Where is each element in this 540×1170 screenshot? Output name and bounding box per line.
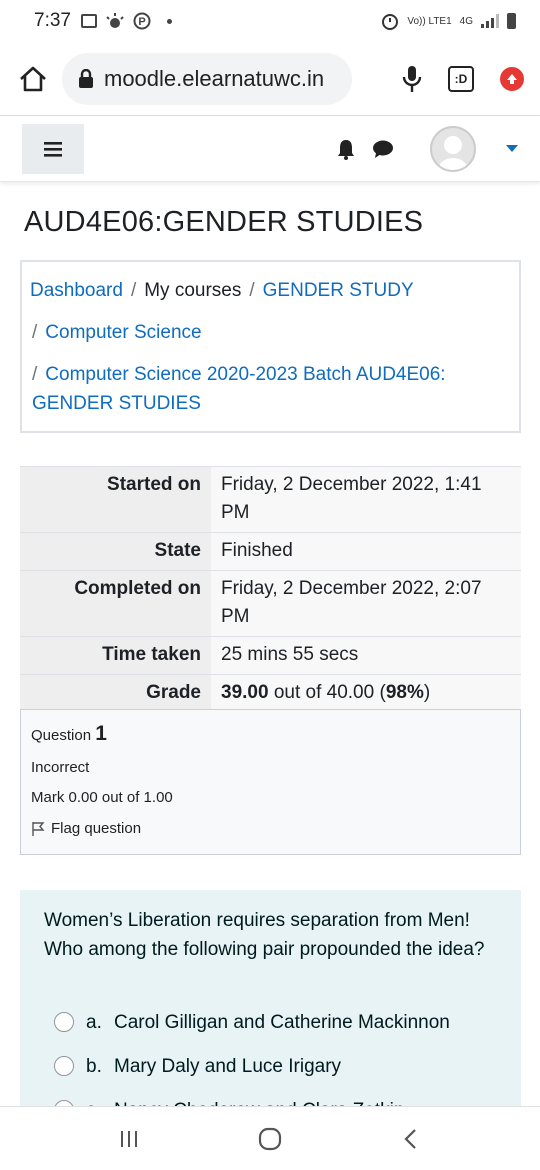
flag-icon: [32, 821, 45, 836]
user-menu-caret-icon[interactable]: [506, 145, 518, 152]
breadcrumb-separator: /: [32, 322, 38, 343]
table-row: Grade 39.00 out of 40.00 (98%): [20, 674, 521, 712]
table-row: Started on Friday, 2 December 2022, 1:41…: [20, 466, 521, 533]
tab-switcher-button[interactable]: :D: [448, 65, 474, 92]
row-label: Started on: [20, 466, 211, 533]
messages-icon[interactable]: [372, 139, 394, 159]
user-avatar[interactable]: [430, 125, 476, 172]
browser-toolbar: moodle.elearnatuwc.in :D: [0, 42, 540, 116]
breadcrumb-my-courses: My courses: [144, 280, 242, 301]
breadcrumb-separator: /: [249, 280, 255, 301]
row-value: Friday, 2 December 2022, 2:07 PM: [211, 570, 521, 637]
status-time: 7:37: [34, 10, 71, 31]
grade-score: 39.00: [221, 682, 269, 703]
question-number-value: 1: [95, 722, 107, 745]
url-text: moodle.elearnatuwc.in: [104, 65, 325, 91]
breadcrumb: Dashboard / My courses / GENDER STUDY / Compu…: [20, 260, 521, 433]
network-label: Vo)) LTE1: [407, 15, 452, 27]
table-row: State Finished: [20, 532, 521, 571]
network-type: 4G: [459, 15, 473, 27]
address-bar[interactable]: moodle.elearnatuwc.in: [62, 52, 352, 105]
user-avatar-icon: [438, 135, 468, 170]
attempt-summary-table: Started on Friday, 2 December 2022, 1:41…: [20, 466, 521, 712]
recent-apps-icon[interactable]: [118, 1128, 140, 1150]
question-info-box: Question 1 Incorrect Mark 0.00 out of 1.…: [20, 709, 521, 855]
hamburger-icon: [44, 141, 62, 157]
home-nav-icon[interactable]: [257, 1126, 283, 1152]
flag-question-label: Flag question: [51, 820, 142, 837]
answer-text: Mary Daly and Luce Irigary: [114, 1055, 342, 1077]
answer-text: Carol Gilligan and Catherine Mackinnon: [114, 1011, 450, 1033]
answer-radio[interactable]: [54, 1056, 74, 1076]
row-label: Completed on: [20, 570, 211, 637]
answer-option[interactable]: b. Mary Daly and Luce Irigary: [44, 1044, 497, 1088]
back-icon[interactable]: [400, 1128, 422, 1150]
page-title: AUD4E06:GENDER STUDIES: [24, 206, 424, 238]
home-button[interactable]: [16, 62, 50, 96]
navbar-right: [336, 125, 518, 172]
answer-letter: b.: [86, 1055, 102, 1077]
row-value: Friday, 2 December 2022, 1:41 PM: [211, 466, 521, 533]
question-number: Question 1: [31, 722, 510, 746]
alarm-icon: [382, 14, 399, 30]
weather-icon: [106, 13, 124, 28]
battery-icon: [507, 13, 516, 29]
flag-question-button[interactable]: Flag question: [31, 820, 510, 837]
breadcrumb-line: Dashboard / My courses / GENDER STUDY: [30, 276, 511, 305]
breadcrumb-course[interactable]: Computer Science 2020-2023 Batch AUD4E06…: [32, 364, 446, 414]
site-navbar: [0, 116, 540, 182]
breadcrumb-separator: /: [130, 280, 137, 301]
breadcrumb-dashboard[interactable]: Dashboard: [30, 280, 123, 301]
grade-out-of: out of 40.00: [273, 682, 375, 703]
notification-icons: P: [80, 12, 172, 30]
microphone-icon[interactable]: [402, 65, 422, 93]
table-row: Time taken 25 mins 55 secs: [20, 636, 521, 675]
pinterest-icon: P: [133, 12, 151, 30]
breadcrumb-line: / Computer Science 2020-2023 Batch AUD4E0…: [30, 360, 511, 418]
svg-text:P: P: [138, 16, 145, 28]
gallery-icon: [80, 14, 97, 28]
row-value: 25 mins 55 secs: [211, 636, 521, 675]
breadcrumb-gender-study[interactable]: GENDER STUDY: [263, 280, 414, 301]
breadcrumb-separator: /: [32, 364, 38, 385]
lock-icon: [78, 68, 94, 89]
grade-value: 39.00 out of 40.00 (98%): [211, 674, 521, 712]
system-status: Vo)) LTE1 4G: [381, 12, 516, 30]
question-status: Incorrect: [31, 759, 90, 776]
table-row: Completed on Friday, 2 December 2022, 2:…: [20, 570, 521, 637]
browser-actions: :D: [402, 65, 524, 93]
grade-label: Grade: [20, 674, 211, 712]
question-label: Question: [31, 727, 92, 744]
nav-drawer-button[interactable]: [22, 123, 84, 174]
answer-radio[interactable]: [54, 1012, 74, 1032]
notifications-bell-icon[interactable]: [336, 138, 356, 160]
question-content: Women’s Liberation requires separation f…: [20, 890, 521, 1121]
system-navigation-bar: [0, 1106, 540, 1170]
answer-option[interactable]: a. Carol Gilligan and Catherine Mackinno…: [44, 1000, 497, 1044]
update-icon[interactable]: [500, 66, 524, 91]
status-bar: 7:37 P Vo)) LTE1 4G: [0, 0, 540, 42]
more-notifications-dot: [166, 18, 172, 24]
home-icon: [20, 66, 46, 91]
grade-percent: 98%: [385, 682, 424, 703]
answer-letter: a.: [86, 1011, 102, 1033]
row-label: State: [20, 532, 211, 571]
question-mark: Mark 0.00 out of 1.00: [31, 789, 173, 806]
breadcrumb-line: / Computer Science: [30, 318, 511, 347]
question-text: Women’s Liberation requires separation f…: [44, 910, 485, 960]
row-value: Finished: [211, 532, 521, 571]
signal-icon: [481, 14, 499, 28]
row-label: Time taken: [20, 636, 211, 675]
breadcrumb-computer-science[interactable]: Computer Science: [45, 322, 201, 343]
